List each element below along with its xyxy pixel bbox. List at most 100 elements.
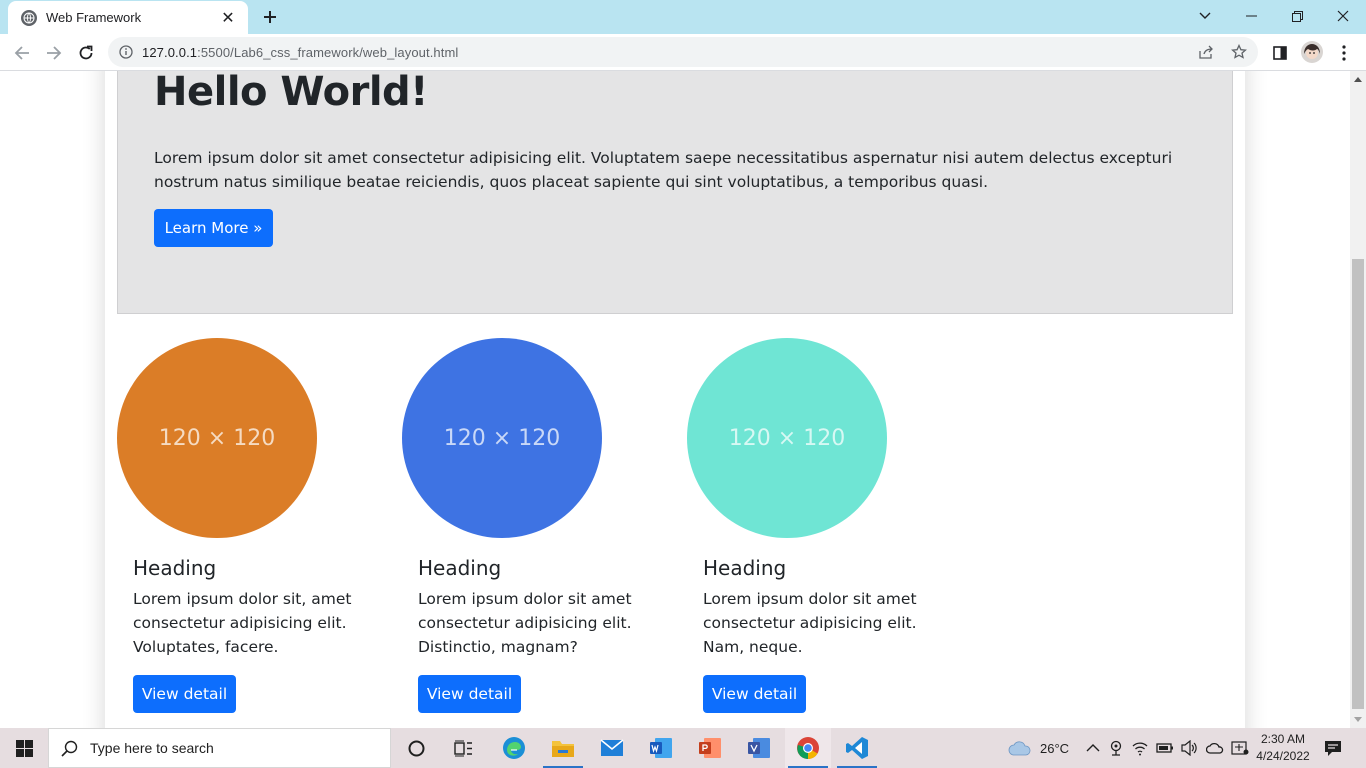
taskbar-chrome[interactable] <box>785 728 831 768</box>
taskbar-mail[interactable] <box>589 728 635 768</box>
start-button[interactable] <box>0 728 48 768</box>
url-host: 127.0.0.1 <box>142 44 198 60</box>
close-window-button[interactable] <box>1320 0 1366 32</box>
weather-widget[interactable]: 26°C <box>1008 728 1069 768</box>
feature-column: 120 × 120 Heading Lorem ipsum dolor sit … <box>402 338 662 718</box>
chevron-down-icon <box>1199 12 1211 19</box>
hero-section: Hello World! Lorem ipsum dolor sit amet … <box>117 71 1233 314</box>
scrollbar-thumb[interactable] <box>1352 259 1364 709</box>
placeholder-label: 120 × 120 <box>443 425 561 451</box>
arrow-left-icon <box>14 46 29 60</box>
placeholder-image: 120 × 120 <box>687 338 887 538</box>
info-icon[interactable] <box>119 45 133 59</box>
taskbar-visio[interactable] <box>736 728 782 768</box>
vertical-scrollbar[interactable] <box>1350 71 1366 728</box>
windows-taskbar: Type here to search 26°C 2:30 AM 4/24/20… <box>0 728 1366 768</box>
system-tray <box>1084 728 1249 768</box>
arrow-right-icon <box>47 46 62 60</box>
mail-icon <box>600 739 624 756</box>
chevron-up-icon[interactable] <box>1086 743 1100 753</box>
placeholder-label: 120 × 120 <box>158 425 276 451</box>
task-view-icon <box>453 740 472 756</box>
tab-search-button[interactable] <box>1182 0 1228 32</box>
back-button[interactable] <box>8 39 36 67</box>
taskbar-clock[interactable]: 2:30 AM 4/24/2022 <box>1252 731 1314 765</box>
page-viewport: Hello World! Lorem ipsum dolor sit amet … <box>0 71 1350 728</box>
chrome-icon <box>797 737 819 759</box>
triangle-up-icon <box>1354 77 1362 82</box>
notification-center-button[interactable] <box>1310 728 1356 768</box>
taskbar-vscode[interactable] <box>834 728 880 768</box>
globe-icon <box>21 9 37 26</box>
word-icon <box>650 738 672 758</box>
search-icon <box>61 740 78 757</box>
hero-text: Lorem ipsum dolor sit amet consectetur a… <box>154 149 1173 191</box>
view-detail-button[interactable]: View detail <box>418 675 521 713</box>
edge-icon <box>503 737 525 759</box>
scroll-up-button[interactable] <box>1350 71 1366 88</box>
triangle-down-icon <box>1354 717 1362 722</box>
url-path: :5500/Lab6_css_framework/web_layout.html <box>197 44 459 60</box>
folder-icon <box>552 741 574 757</box>
forward-button[interactable] <box>40 39 68 67</box>
browser-tab[interactable]: Web Framework ✕ <box>8 1 248 34</box>
avatar-icon <box>1304 44 1320 59</box>
browser-tab-strip: Web Framework ✕ <box>0 0 1366 34</box>
tab-title: Web Framework <box>46 10 142 25</box>
plus-icon <box>264 11 276 23</box>
column-text: Lorem ipsum dolor sit amet consectetur a… <box>418 590 632 656</box>
minimize-button[interactable] <box>1228 0 1274 32</box>
column-heading: Heading <box>133 556 217 580</box>
placeholder-label: 120 × 120 <box>728 425 846 451</box>
side-panel-button[interactable] <box>1270 43 1290 63</box>
feature-column: 120 × 120 Heading Lorem ipsum dolor sit,… <box>117 338 377 718</box>
column-heading: Heading <box>703 556 787 580</box>
webcam-icon[interactable] <box>1109 740 1123 756</box>
taskbar-word[interactable] <box>638 728 684 768</box>
bookmark-star-icon[interactable] <box>1231 44 1247 60</box>
browser-toolbar: 127.0.0.1:5500/Lab6_css_framework/web_la… <box>0 34 1366 71</box>
profile-avatar[interactable] <box>1301 41 1323 63</box>
onedrive-icon[interactable] <box>1206 742 1224 754</box>
page-container: Hello World! Lorem ipsum dolor sit amet … <box>105 71 1245 728</box>
scroll-down-button[interactable] <box>1350 711 1366 728</box>
task-view-button[interactable] <box>440 728 486 768</box>
placeholder-image: 120 × 120 <box>402 338 602 538</box>
taskbar-file-explorer[interactable] <box>540 728 586 768</box>
restore-button[interactable] <box>1274 0 1320 32</box>
cortana-icon <box>408 740 424 756</box>
taskbar-edge[interactable] <box>491 728 537 768</box>
language-icon[interactable] <box>1231 740 1249 756</box>
column-heading: Heading <box>418 556 502 580</box>
view-detail-button[interactable]: View detail <box>133 675 236 713</box>
clock-time: 2:30 AM <box>1260 732 1306 746</box>
cortana-button[interactable] <box>393 728 439 768</box>
address-bar[interactable]: 127.0.0.1:5500/Lab6_css_framework/web_la… <box>108 37 1258 67</box>
notification-icon <box>1325 740 1341 756</box>
browser-menu-button[interactable] <box>1334 43 1354 63</box>
side-panel-icon <box>1273 46 1287 60</box>
visio-icon <box>748 738 770 758</box>
taskbar-powerpoint[interactable] <box>687 728 733 768</box>
restore-icon <box>1291 10 1303 22</box>
hero-title: Hello World! <box>154 71 428 115</box>
feature-column: 120 × 120 Heading Lorem ipsum dolor sit … <box>687 338 947 718</box>
column-text: Lorem ipsum dolor sit, amet consectetur … <box>133 590 352 656</box>
new-tab-button[interactable] <box>258 6 282 28</box>
taskbar-search[interactable]: Type here to search <box>48 728 391 768</box>
clock-date: 4/24/2022 <box>1256 749 1310 763</box>
view-detail-button[interactable]: View detail <box>703 675 806 713</box>
share-icon[interactable] <box>1199 45 1214 59</box>
learn-more-button[interactable]: Learn More » <box>154 209 273 247</box>
battery-icon[interactable] <box>1156 741 1174 755</box>
more-vertical-icon <box>1342 45 1346 61</box>
windows-logo-icon <box>15 739 33 757</box>
wifi-icon[interactable] <box>1132 740 1148 756</box>
placeholder-image: 120 × 120 <box>117 338 317 538</box>
tab-close-button[interactable]: ✕ <box>218 8 238 28</box>
column-text: Lorem ipsum dolor sit amet consectetur a… <box>703 590 917 656</box>
weather-temperature: 26°C <box>1040 740 1070 756</box>
reload-button[interactable] <box>72 39 100 67</box>
powerpoint-icon <box>699 738 721 758</box>
volume-icon[interactable] <box>1181 740 1198 756</box>
